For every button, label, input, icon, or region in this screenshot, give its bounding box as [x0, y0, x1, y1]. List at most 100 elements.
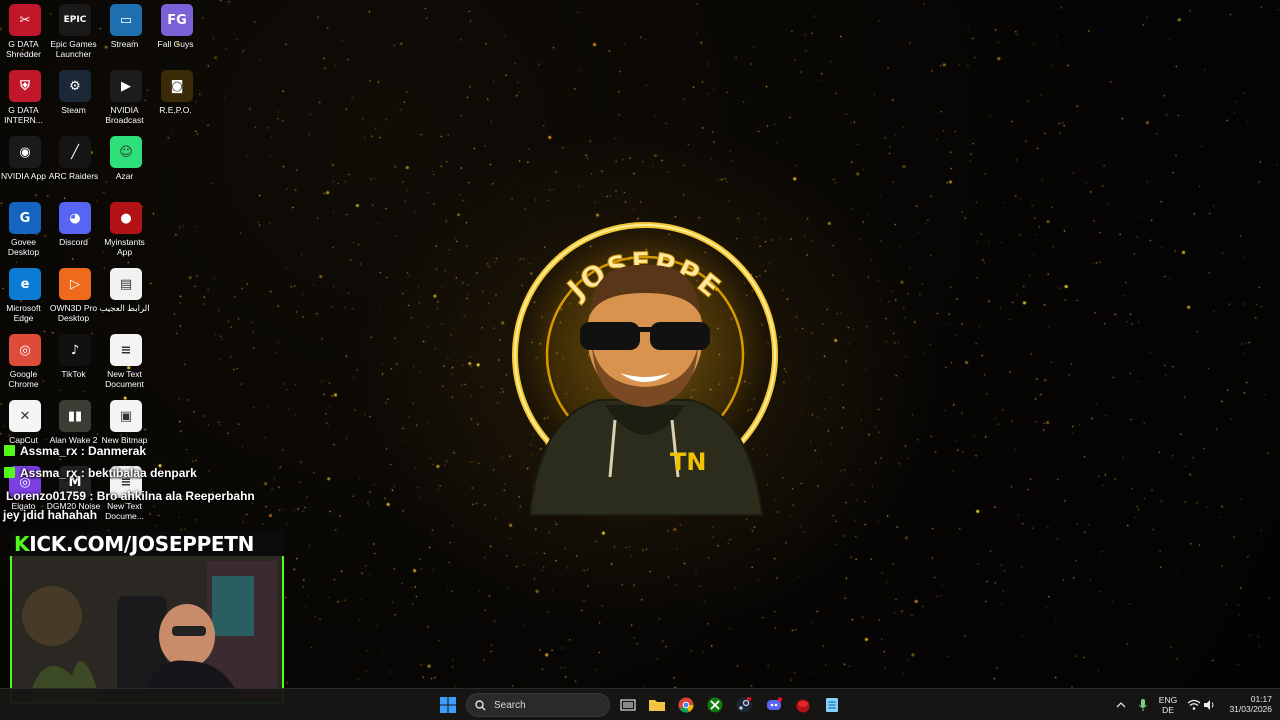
desktop-icon-label: G DATA INTERN...	[4, 105, 43, 125]
govee-icon: G	[9, 202, 41, 234]
desktop-icon-label: TikTok	[61, 369, 86, 379]
volume-button[interactable]	[1197, 693, 1221, 717]
discord-icon	[767, 697, 782, 710]
nvidia-broadcast-icon: ▶	[110, 70, 142, 102]
taskbar: Search ENG DE 01:17 31/03/2026	[0, 688, 1280, 720]
taskbar-discord[interactable]	[762, 693, 786, 717]
taskbar-search-box[interactable]: Search	[466, 693, 610, 717]
taskbar-xbox[interactable]	[703, 693, 727, 717]
wallpaper-avatar: JOSEPPE TN	[500, 215, 790, 535]
task-view-button[interactable]	[616, 693, 640, 717]
chevron-up-icon	[1116, 702, 1126, 708]
webcam-overlay	[10, 556, 284, 704]
fall-guys-icon: FG	[161, 4, 193, 36]
azar-icon: ☺	[110, 136, 142, 168]
repo-game-icon: ◙	[161, 70, 193, 102]
bitmap-file-icon: ▣	[110, 400, 142, 432]
desktop-icon[interactable]: ☺ Azar	[101, 132, 151, 196]
desktop-icon-label: Epic Games Launcher	[50, 39, 97, 59]
start-button[interactable]	[436, 693, 460, 717]
desktop-icon-label: R.E.P.O.	[159, 105, 192, 115]
desktop-icon[interactable]: ⛨ G DATA INTERN...	[0, 66, 50, 130]
desktop-icon-label: Discord	[59, 237, 88, 247]
desktop-icon[interactable]: ● Myinstants App	[101, 198, 151, 262]
arc-raiders-icon: ╱	[59, 136, 91, 168]
document-icon: ▤	[110, 268, 142, 300]
microphone-button[interactable]	[1131, 693, 1155, 717]
desktop-icon-label: Stream	[110, 39, 139, 49]
hoodie-logo: TN	[670, 448, 706, 476]
desktop-icon[interactable]: ≡ New Text Document	[101, 330, 151, 394]
desktop-icon-label: G DATA Shredder	[6, 39, 41, 59]
desktop-icon-label: Microsoft Edge	[6, 303, 41, 323]
chat-badge-icon	[4, 445, 15, 456]
desktop-icon[interactable]: ▶ NVIDIA Broadcast	[101, 66, 151, 130]
gdata-shield-icon: ⛨	[9, 70, 41, 102]
taskbar-notepad[interactable]	[820, 693, 844, 717]
clock[interactable]: 01:17 31/03/2026	[1222, 694, 1272, 714]
desktop-icon[interactable]: ♪ TikTok	[50, 330, 100, 394]
clock-time: 01:17	[1250, 694, 1272, 704]
folder-icon	[649, 700, 665, 711]
desktop-icon-label: OWN3D Pro Desktop	[49, 303, 98, 323]
desktop-icon-label: Myinstants App	[104, 237, 145, 257]
chat-message: jey jdid hahahah	[3, 508, 98, 522]
gdata-shredder-icon: ✂	[9, 4, 41, 36]
taskbar-myinstants[interactable]	[791, 693, 815, 717]
desktop-icon[interactable]: ◕ Discord	[50, 198, 100, 262]
windows-logo-icon	[440, 697, 456, 713]
myinstants-icon: ●	[110, 202, 142, 234]
desktop-icon[interactable]: e Microsoft Edge	[0, 264, 50, 328]
monitor-icon: ▭	[110, 4, 142, 36]
chrome-icon: ◎	[9, 334, 41, 366]
desktop-icon-label: NVIDIA Broadcast	[105, 105, 144, 125]
taskbar-file-explorer[interactable]	[645, 693, 669, 717]
desktop-icon[interactable]: ▷ OWN3D Pro Desktop	[50, 264, 100, 328]
search-icon	[475, 699, 486, 710]
chat-message: Assma_rx : bektibalaa denpark	[4, 466, 197, 480]
steam-icon: ⚙	[59, 70, 91, 102]
desktop-icon-label: Azar	[115, 171, 134, 181]
chat-badge-icon	[4, 467, 15, 478]
desktop-icon-label: Steam	[61, 105, 86, 115]
own3d-icon: ▷	[59, 268, 91, 300]
language-indicator[interactable]: ENG DE	[1156, 695, 1180, 715]
epic-games-icon: EPIC	[59, 4, 91, 36]
desktop-icon[interactable]: ✂ G DATA Shredder	[0, 0, 50, 64]
desktop-icon[interactable]: ◎ Google Chrome	[0, 330, 50, 394]
desktop-icon-label: Govee Desktop	[7, 237, 40, 257]
discord-icon: ◕	[59, 202, 91, 234]
desktop-icon-label: الرابط العجيب	[99, 303, 150, 313]
desktop-icon[interactable]: ▭ Stream	[101, 0, 151, 64]
desktop-icon[interactable]: G Govee Desktop	[0, 198, 50, 262]
clock-date: 31/03/2026	[1229, 704, 1272, 714]
taskbar-steam[interactable]	[732, 693, 756, 717]
chat-message: Assma_rx : Danmerak	[4, 444, 146, 458]
text-file-icon: ≡	[110, 334, 142, 366]
speaker-icon	[1204, 700, 1214, 710]
chrome-icon	[678, 697, 694, 713]
show-hidden-icons-button[interactable]	[1109, 693, 1133, 717]
desktop-icon[interactable]: ╱ ARC Raiders	[49, 132, 100, 196]
search-placeholder: Search	[494, 699, 526, 711]
edge-icon: e	[9, 268, 41, 300]
myinstants-icon	[796, 699, 810, 713]
tiktok-icon: ♪	[59, 334, 91, 366]
desktop-icon[interactable]: EPIC Epic Games Launcher	[50, 0, 100, 64]
chat-message: Lorenzo01759 : Bro ahkilna ala Reeperbah…	[6, 489, 255, 503]
desktop-icon-label: Fall Guys	[157, 39, 194, 49]
desktop-icon[interactable]: ▤ الرابط العجيب	[99, 264, 151, 328]
desktop-icon-label: NVIDIA App	[1, 171, 46, 181]
alan-wake-icon: ▮▮	[59, 400, 91, 432]
microphone-icon	[1139, 699, 1147, 711]
desktop-icon[interactable]: ◙ R.E.P.O.	[152, 66, 202, 130]
desktop-icon[interactable]: FG Fall Guys	[152, 0, 202, 64]
desktop-icon[interactable]: ◉ NVIDIA App	[0, 132, 50, 196]
capcut-icon: ✕	[9, 400, 41, 432]
xbox-icon	[707, 697, 723, 713]
desktop-icon[interactable]: ⚙ Steam	[50, 66, 100, 130]
desktop-icon-label: New Text Docume...	[105, 501, 144, 521]
taskbar-chrome[interactable]	[674, 693, 698, 717]
kick-channel-banner: KICK.COM/JOSEPPETN	[10, 531, 284, 557]
steam-icon	[736, 697, 752, 713]
